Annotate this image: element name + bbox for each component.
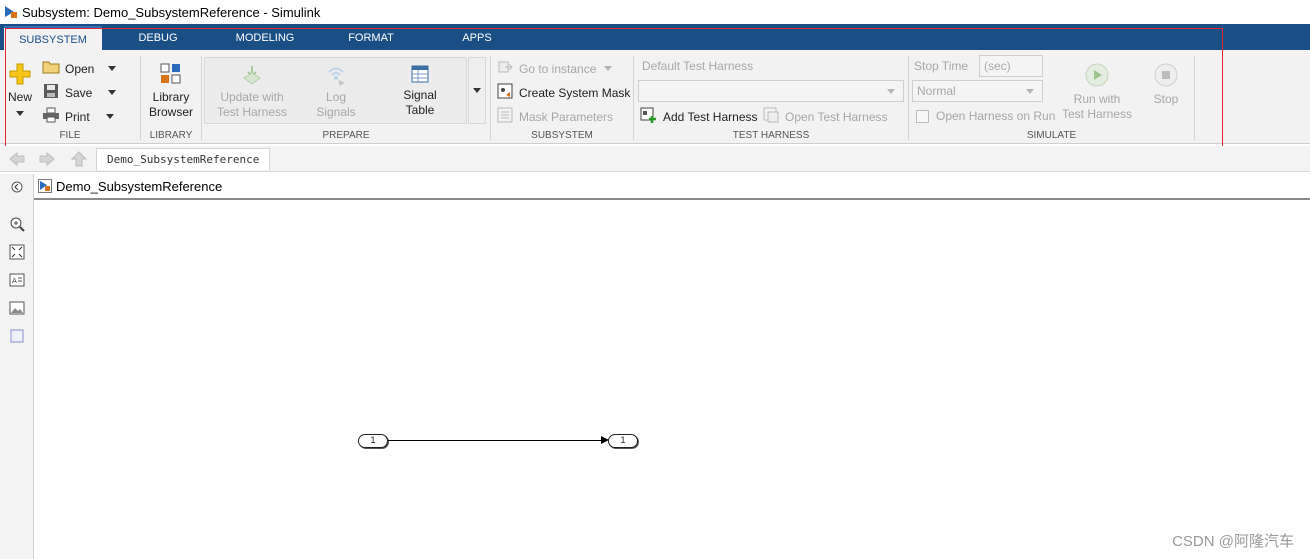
- tab-modeling[interactable]: MODELING: [220, 26, 310, 50]
- model-address-bar: Demo_SubsystemReference: [34, 174, 1310, 200]
- chevron-down-icon: [473, 88, 481, 93]
- mask-parameters-icon: [497, 107, 513, 126]
- model-path: Demo_SubsystemReference: [56, 178, 223, 194]
- tab-apps[interactable]: APPS: [440, 26, 514, 50]
- prepare-group-label: PREPARE: [322, 130, 370, 141]
- tab-debug[interactable]: DEBUG: [118, 26, 198, 50]
- add-test-harness-button[interactable]: Add Test Harness: [640, 107, 758, 126]
- forward-arrow-icon[interactable]: [38, 151, 56, 167]
- default-test-harness-label: Default Test Harness: [642, 59, 754, 73]
- separator: [908, 56, 909, 140]
- tab-format[interactable]: FORMAT: [330, 26, 412, 50]
- separator: [490, 56, 491, 140]
- tab-subsystem[interactable]: SUBSYSTEM: [4, 26, 102, 50]
- update-with-test-harness-button[interactable]: Update with Test Harness: [212, 64, 292, 120]
- chevron-down-icon: [887, 89, 895, 94]
- simulation-mode-select[interactable]: Normal: [912, 80, 1043, 102]
- separator: [633, 56, 634, 140]
- inport-block[interactable]: 1: [358, 434, 388, 448]
- simulate-group-label: SIMULATE: [1026, 130, 1077, 141]
- breadcrumb-tab[interactable]: Demo_SubsystemReference: [96, 148, 271, 170]
- new-button[interactable]: New: [6, 62, 34, 120]
- go-to-instance-button[interactable]: Go to instance: [497, 59, 613, 78]
- annotation-icon[interactable]: A: [9, 272, 25, 288]
- go-to-instance-icon: [497, 59, 513, 78]
- signal-table-icon: [410, 64, 430, 88]
- new-dropdown-caret[interactable]: [16, 111, 24, 116]
- print-dropdown-caret[interactable]: [105, 114, 114, 119]
- stop-button[interactable]: Stop: [1146, 62, 1186, 107]
- run-play-icon: [1084, 62, 1110, 92]
- folder-icon: [42, 59, 60, 78]
- outport-block[interactable]: 1: [608, 434, 638, 448]
- prepare-gallery-expand-button[interactable]: [468, 57, 486, 124]
- create-system-mask-button[interactable]: Create System Mask: [497, 83, 630, 102]
- print-button[interactable]: Print: [42, 107, 114, 126]
- default-test-harness-select[interactable]: [638, 80, 904, 102]
- save-disk-icon: [42, 83, 60, 102]
- ribbon-toolstrip: New Open Save Print FILE Library Browser…: [0, 50, 1310, 144]
- log-signals-icon: [325, 64, 347, 90]
- separator: [201, 56, 202, 140]
- update-harness-icon: [241, 64, 263, 90]
- simulink-app-icon: [4, 5, 18, 19]
- signal-line[interactable]: [388, 440, 604, 441]
- hide-explorer-icon[interactable]: [9, 179, 25, 195]
- run-with-test-harness-button[interactable]: Run with Test Harness: [1060, 62, 1134, 122]
- subsystem-group-label: SUBSYSTEM: [531, 130, 593, 141]
- up-arrow-icon[interactable]: [70, 151, 88, 167]
- stop-time-input[interactable]: (sec): [979, 55, 1043, 77]
- open-test-harness-button[interactable]: Open Test Harness: [763, 107, 888, 126]
- model-icon: [38, 179, 52, 193]
- mask-parameters-button[interactable]: Mask Parameters: [497, 107, 613, 126]
- chevron-down-icon: [1026, 89, 1034, 94]
- stop-icon: [1153, 62, 1179, 92]
- left-tool-palette: A: [0, 174, 34, 559]
- model-canvas[interactable]: 1 1: [35, 202, 1310, 559]
- add-harness-icon: [640, 107, 658, 126]
- signal-table-button[interactable]: Signal Table: [392, 64, 448, 118]
- separator: [140, 56, 141, 140]
- svg-text:A: A: [12, 277, 17, 285]
- back-arrow-icon[interactable]: [8, 151, 26, 167]
- log-signals-button[interactable]: Log Signals: [306, 64, 366, 120]
- open-harness-icon: [763, 107, 779, 126]
- window-title: Subsystem: Demo_SubsystemReference - Sim…: [22, 4, 321, 20]
- library-group-label: LIBRARY: [149, 130, 193, 141]
- open-harness-on-run-checkbox[interactable]: [916, 110, 929, 123]
- save-dropdown-caret[interactable]: [108, 90, 117, 95]
- zoom-icon[interactable]: [9, 216, 25, 232]
- image-icon[interactable]: [9, 300, 25, 316]
- library-browser-button[interactable]: Library Browser: [146, 62, 196, 120]
- mask-icon: [497, 83, 513, 102]
- save-button[interactable]: Save: [42, 83, 117, 102]
- ribbon-tab-strip: SUBSYSTEM DEBUG MODELING FORMAT APPS: [0, 24, 1310, 50]
- stop-time-label: Stop Time: [914, 59, 969, 73]
- fit-to-view-icon[interactable]: [9, 244, 25, 260]
- open-dropdown-caret[interactable]: [108, 66, 117, 71]
- new-plus-icon: [8, 62, 32, 90]
- test-harness-group-label: TEST HARNESS: [732, 130, 810, 141]
- separator: [1194, 56, 1195, 140]
- open-harness-on-run-label: Open Harness on Run: [936, 109, 1056, 123]
- library-browser-icon: [159, 62, 183, 90]
- open-button[interactable]: Open: [42, 59, 117, 78]
- go-to-instance-caret[interactable]: [604, 66, 613, 71]
- watermark: CSDN @阿隆汽车: [1172, 533, 1294, 550]
- area-icon[interactable]: [9, 328, 25, 344]
- printer-icon: [42, 107, 60, 126]
- model-navigation-bar: Demo_SubsystemReference: [0, 146, 1310, 172]
- file-group-label: FILE: [59, 130, 81, 141]
- title-bar: Subsystem: Demo_SubsystemReference - Sim…: [0, 0, 1310, 24]
